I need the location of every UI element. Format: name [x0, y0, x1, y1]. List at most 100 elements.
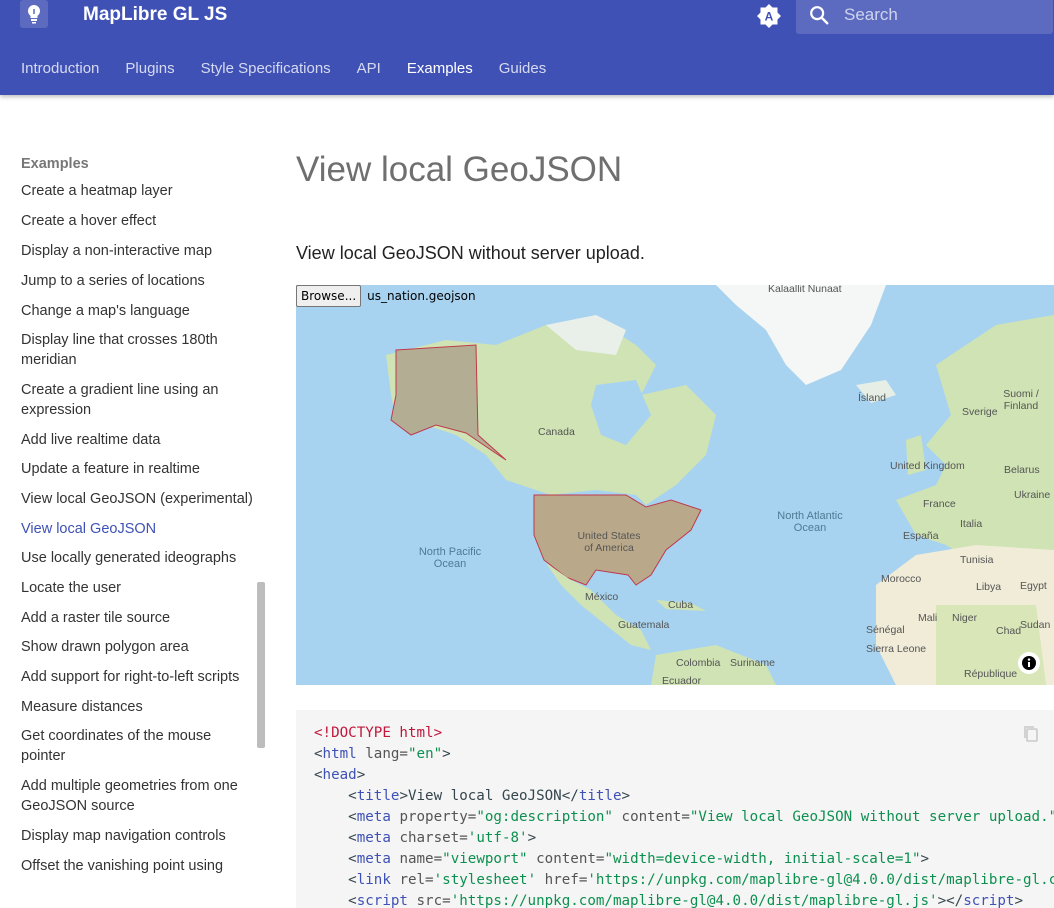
map-label: México [585, 591, 619, 603]
tab-api[interactable]: API [357, 60, 381, 80]
code-token: meta [356, 830, 391, 846]
sidebar-item-raster-tile[interactable]: Add a raster tile source [21, 608, 253, 628]
map-label: Sénégal [866, 624, 905, 636]
file-input[interactable]: Browse... us_nation.geojson [296, 285, 476, 307]
map-label: España [903, 530, 939, 542]
search-box[interactable] [796, 0, 1053, 34]
site-title[interactable]: MapLibre GL JS [83, 4, 227, 26]
map-label: Tunisia [960, 554, 994, 566]
map-label: Niger [952, 612, 978, 624]
sidebar-item-locate-user[interactable]: Locate the user [21, 578, 253, 598]
code-token: > [920, 851, 930, 867]
code-token: > [356, 767, 366, 783]
ocean-label: North Pacific Ocean [418, 546, 482, 570]
code-token: title [578, 788, 622, 804]
search-icon [810, 6, 829, 25]
tab-plugins[interactable]: Plugins [125, 60, 174, 80]
sidebar-item-ideographs[interactable]: Use locally generated ideographs [21, 548, 253, 568]
svg-text:A: A [765, 10, 774, 24]
tab-introduction[interactable]: Introduction [21, 60, 99, 80]
map-label: Sudan [1020, 619, 1051, 631]
code-line: <meta name="viewport" content="width=dev… [314, 849, 1054, 870]
tab-guides[interactable]: Guides [499, 60, 547, 80]
brightness-auto-icon[interactable]: A [756, 3, 782, 29]
search-input[interactable] [844, 5, 1044, 25]
code-token: content= [536, 851, 605, 867]
code-token: script [963, 893, 1015, 908]
code-token: "width=device-width, initial-scale=1" [604, 851, 921, 867]
code-token: < [314, 746, 323, 762]
sidebar-item-navigation-controls[interactable]: Display map navigation controls [21, 826, 253, 846]
code-token: title [356, 788, 400, 804]
sidebar-item-jump-locations[interactable]: Jump to a series of locations [21, 271, 253, 291]
sidebar-item-update-realtime[interactable]: Update a feature in realtime [21, 459, 253, 479]
map-canvas[interactable]: Browse... us_nation.geojson Kalaallit Nu… [296, 285, 1054, 685]
code-line: <link rel='stylesheet' href='https://unp… [314, 870, 1054, 891]
code-line: <meta charset='utf-8'> [314, 828, 1054, 849]
code-token: name= [399, 851, 443, 867]
code-token: < [348, 830, 357, 846]
map-label: United States of America [577, 530, 641, 554]
code-token: rel= [399, 872, 434, 888]
sidebar-item-live-realtime[interactable]: Add live realtime data [21, 430, 253, 450]
code-token: ></ [937, 893, 964, 908]
code-token: link [356, 872, 391, 888]
copy-icon[interactable] [1021, 724, 1041, 744]
code-token: head [322, 767, 357, 783]
browse-button[interactable]: Browse... [296, 285, 362, 307]
info-icon[interactable] [1018, 652, 1040, 674]
sidebar-item-local-geojson-experimental[interactable]: View local GeoJSON (experimental) [21, 489, 253, 509]
lightbulb-icon[interactable] [20, 0, 48, 28]
sidebar-scrollbar[interactable] [257, 582, 265, 748]
sidebar-heading: Examples [21, 156, 89, 172]
map-label: Belarus [1004, 464, 1040, 476]
sidebar-item-heatmap[interactable]: Create a heatmap layer [21, 181, 253, 201]
sidebar-item-hover-effect[interactable]: Create a hover effect [21, 211, 253, 231]
code-token: meta [356, 851, 391, 867]
sidebar-item-multiple-geometries[interactable]: Add multiple geometries from one GeoJSON… [21, 776, 253, 816]
map-label: Italia [960, 518, 983, 530]
page-title: View local GeoJSON [296, 150, 623, 189]
map-label: United Kingdom [890, 460, 965, 472]
sidebar-item-180th-meridian[interactable]: Display line that crosses 180th meridian [21, 330, 253, 370]
code-line: <!DOCTYPE html> [314, 723, 1054, 744]
code-token: 'utf-8' [467, 830, 528, 846]
sidebar-item-mouse-coordinates[interactable]: Get coordinates of the mouse pointer [21, 726, 253, 766]
map-label: Ísland [858, 392, 887, 404]
code-line: <title>View local GeoJSON</title> [314, 786, 1054, 807]
map-label: Colombia [676, 657, 721, 669]
sidebar-item-language[interactable]: Change a map's language [21, 301, 253, 321]
sidebar-item-rtl-scripts[interactable]: Add support for right-to-left scripts [21, 667, 253, 687]
code-token: 'https://unpkg.com/maplibre-gl@4.0.0/dis… [450, 893, 938, 908]
code-token: 'https://unpkg.com/maplibre-gl@4.0.0/dis… [587, 872, 1054, 888]
code-token: lang= [365, 746, 408, 762]
code-token: > [1014, 893, 1023, 908]
code-token: > [621, 788, 631, 804]
code-token: html [322, 746, 357, 762]
code-token: < [348, 872, 357, 888]
code-token: "viewport" [442, 851, 528, 867]
sidebar-item-gradient-line[interactable]: Create a gradient line using an expressi… [21, 380, 253, 420]
code-token: content= [621, 809, 690, 825]
header: MapLibre GL JS A Introduction Plugins St… [0, 0, 1054, 95]
ocean-label: North Atlantic Ocean [777, 510, 843, 534]
map-label: Guatemala [618, 619, 670, 631]
tab-examples[interactable]: Examples [407, 60, 473, 80]
map-label: Ukraine [1014, 489, 1051, 501]
code-token: href= [544, 872, 588, 888]
sidebar-item-vanishing-point[interactable]: Offset the vanishing point using [21, 856, 253, 876]
map-label: Ecuador [662, 675, 702, 685]
sidebar-item-non-interactive[interactable]: Display a non-interactive map [21, 241, 253, 261]
tab-style-specifications[interactable]: Style Specifications [201, 60, 331, 80]
map-label: Sierra Leone [866, 643, 927, 655]
sidebar-item-polygon-area[interactable]: Show drawn polygon area [21, 637, 253, 657]
code-line: <script src='https://unpkg.com/maplibre-… [314, 891, 1054, 908]
sidebar-item-local-geojson[interactable]: View local GeoJSON [21, 519, 253, 539]
code-token: src= [416, 893, 451, 908]
map-label: France [923, 498, 956, 510]
code-token: <!DOCTYPE html> [314, 725, 443, 741]
sidebar-item-measure-distances[interactable]: Measure distances [21, 697, 253, 717]
